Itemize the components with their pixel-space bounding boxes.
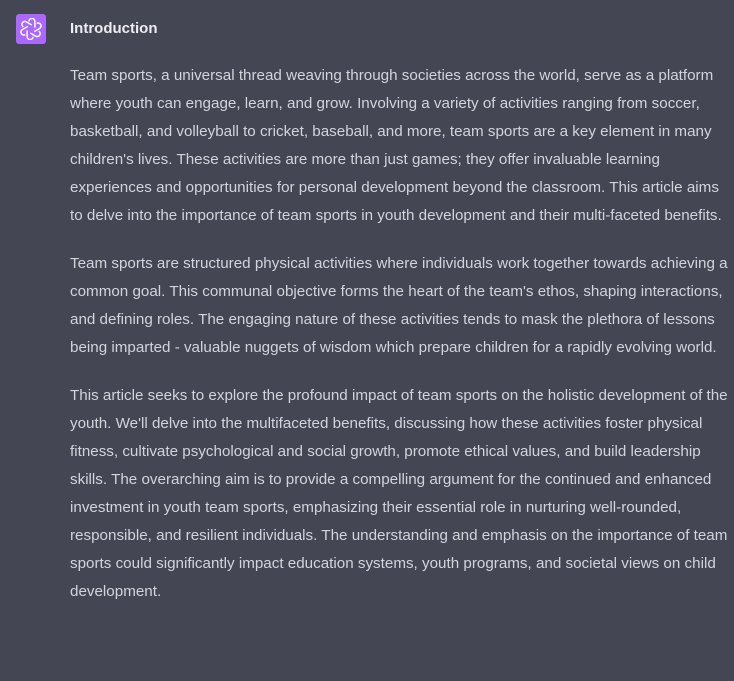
paragraph: Team sports are structured physical acti… bbox=[70, 255, 728, 356]
message-body: Team sports, a universal thread weaving … bbox=[70, 62, 730, 626]
paragraph: Team sports, a universal thread weaving … bbox=[70, 67, 722, 224]
assistant-avatar bbox=[16, 14, 46, 44]
openai-logo-icon bbox=[20, 18, 42, 40]
paragraph: This article seeks to explore the profou… bbox=[70, 387, 728, 600]
message-heading: Introduction bbox=[70, 20, 158, 37]
